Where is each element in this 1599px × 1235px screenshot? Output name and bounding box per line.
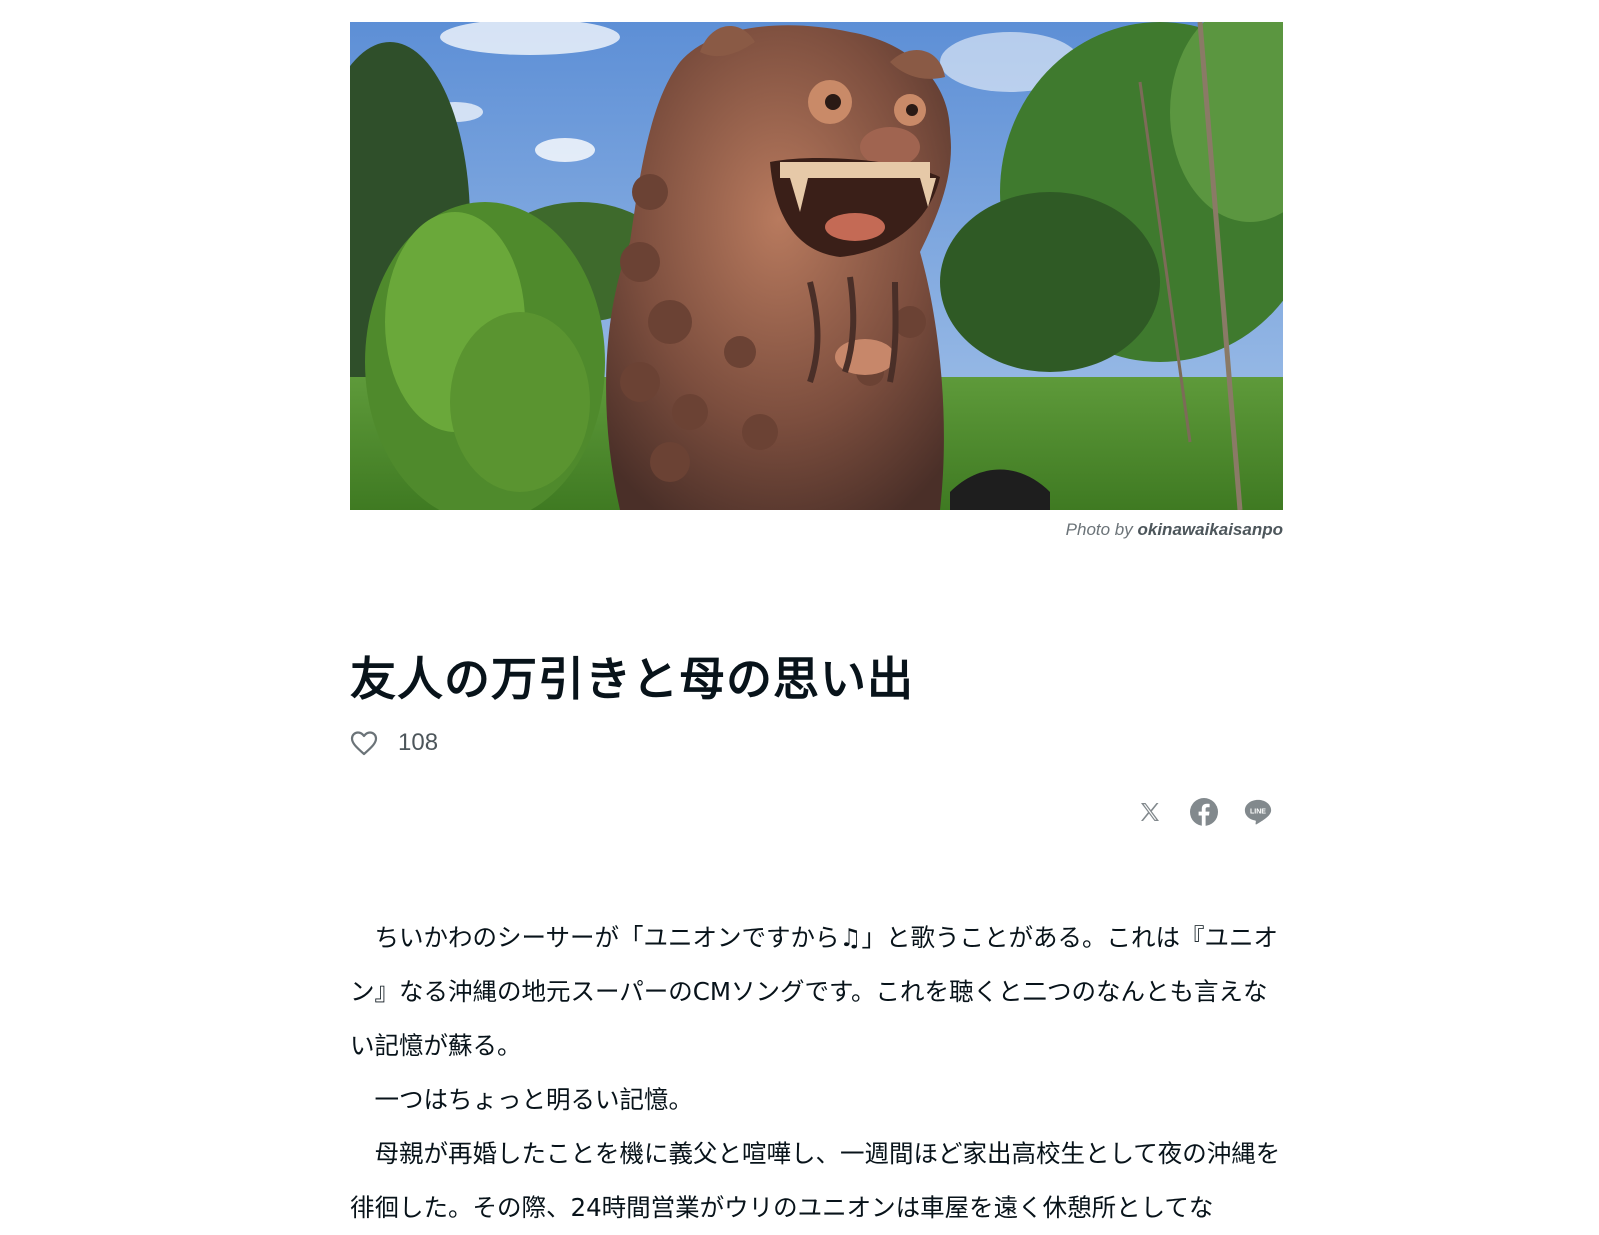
photographer-link[interactable]: okinawaikaisanpo — [1138, 520, 1284, 539]
article: Photo by okinawaikaisanpo 友人の万引きと母の思い出 1… — [350, 22, 1283, 1235]
like-area: 108 — [350, 727, 1283, 759]
like-count: 108 — [398, 729, 439, 757]
article-title: 友人の万引きと母の思い出 — [350, 652, 914, 706]
photo-credit-prefix: Photo by — [1065, 520, 1133, 539]
article-body: ちいかわのシーサーが「ユニオンですから♫」と歌うことがある。これは『ユニオン』な… — [350, 911, 1283, 1235]
line-icon-label: LINE — [1250, 809, 1266, 816]
share-x-button[interactable] — [1135, 797, 1165, 827]
share-line-button[interactable]: LINE — [1243, 797, 1273, 827]
paragraph: 一つはちょっと明るい記憶。 — [374, 1085, 694, 1115]
line-icon: LINE — [1244, 800, 1272, 825]
hero-image — [350, 22, 1283, 510]
like-button[interactable] — [350, 729, 378, 757]
x-icon — [1141, 803, 1159, 822]
paragraph: ちいかわのシーサーが「ユニオンですから♫」と歌うことがある。これは『ユニオン』な… — [350, 923, 1278, 1061]
facebook-icon — [1190, 798, 1218, 827]
photo-credit: Photo by okinawaikaisanpo — [350, 520, 1283, 540]
heart-icon — [350, 731, 378, 756]
shisa-photo — [350, 22, 1283, 510]
share-bar: LINE — [350, 797, 1283, 829]
paragraph: 母親が再婚したことを機に義父と喧嘩し、一週間ほど家出高校生として夜の沖縄を徘徊し… — [350, 1139, 1281, 1223]
share-facebook-button[interactable] — [1189, 797, 1219, 827]
